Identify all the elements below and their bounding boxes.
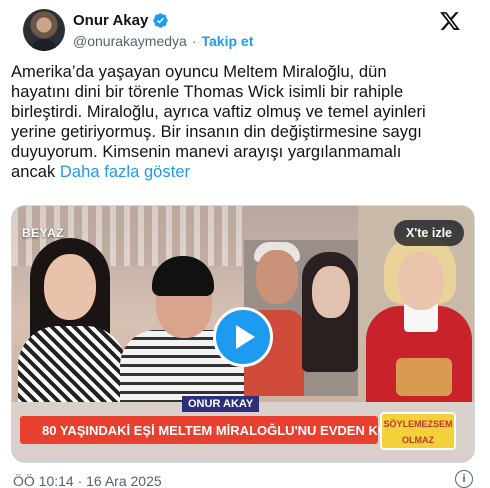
tweet-timestamp[interactable]: ÖÖ 10:14 · 16 Ara 2025	[13, 473, 162, 488]
dog-print-image	[396, 358, 452, 396]
author-handle-row: @onurakaymedya · Takip et	[73, 33, 253, 49]
tweet-text-line: hayatını dini bir törenle Thomas Wick is…	[11, 83, 404, 101]
tweet-text-line: yerine getiriyormuş. Bir insanın din değ…	[11, 123, 422, 141]
channel-logo: BEYAZ	[22, 226, 65, 240]
show-logo-line1: SÖYLEMEZSEM	[383, 419, 453, 429]
separator-dot: ·	[191, 33, 197, 49]
follow-button[interactable]: Takip et	[202, 33, 254, 49]
show-more-link[interactable]: Daha fazla göster	[60, 163, 190, 181]
verified-badge-icon	[153, 13, 169, 28]
video-player[interactable]: BEYAZ ONUR AKAY 80 YAŞINDAKİ EŞİ MELTEM …	[11, 205, 475, 463]
tweet-text-line: duyuyorum. Kimsenin manevi arayışı yargı…	[11, 143, 402, 161]
play-button[interactable]	[213, 307, 273, 367]
tweet-text-line: Amerika’da yaşayan oyuncu Meltem Miraloğ…	[11, 63, 387, 81]
info-icon[interactable]: i	[455, 470, 473, 488]
tweet-text-line: birleştirdi. Miraloğlu, ayrıca vaftiz ol…	[11, 103, 426, 121]
caption-name-tag: ONUR AKAY	[182, 396, 260, 412]
show-logo-line2: OLMAZ	[402, 435, 434, 445]
tweet-text-prefix: ancak	[11, 163, 60, 181]
author-display-name[interactable]: Onur Akay	[73, 12, 148, 29]
tweet-header: Onur Akay @onurakaymedya · Takip et	[12, 0, 478, 60]
tweet-card: Onur Akay @onurakaymedya · Takip et Amer…	[0, 0, 490, 488]
avatar[interactable]	[23, 9, 65, 51]
author-handle[interactable]: @onurakaymedya	[73, 33, 187, 49]
author-name-row: Onur Akay	[73, 12, 169, 29]
play-icon	[236, 325, 255, 349]
watch-on-x-button[interactable]: X'te izle	[393, 220, 464, 246]
caption-headline: 80 YAŞINDAKİ EŞİ MELTEM MİRALOĞLU'NU EVD…	[20, 416, 420, 444]
tweet-text-last-line: ancak Daha fazla göster	[11, 162, 441, 182]
tweet-text: Amerika’da yaşayan oyuncu Meltem Miraloğ…	[11, 62, 441, 182]
show-logo-badge: SÖYLEMEZSEM OLMAZ	[380, 412, 456, 450]
x-logo-icon[interactable]	[439, 10, 461, 32]
